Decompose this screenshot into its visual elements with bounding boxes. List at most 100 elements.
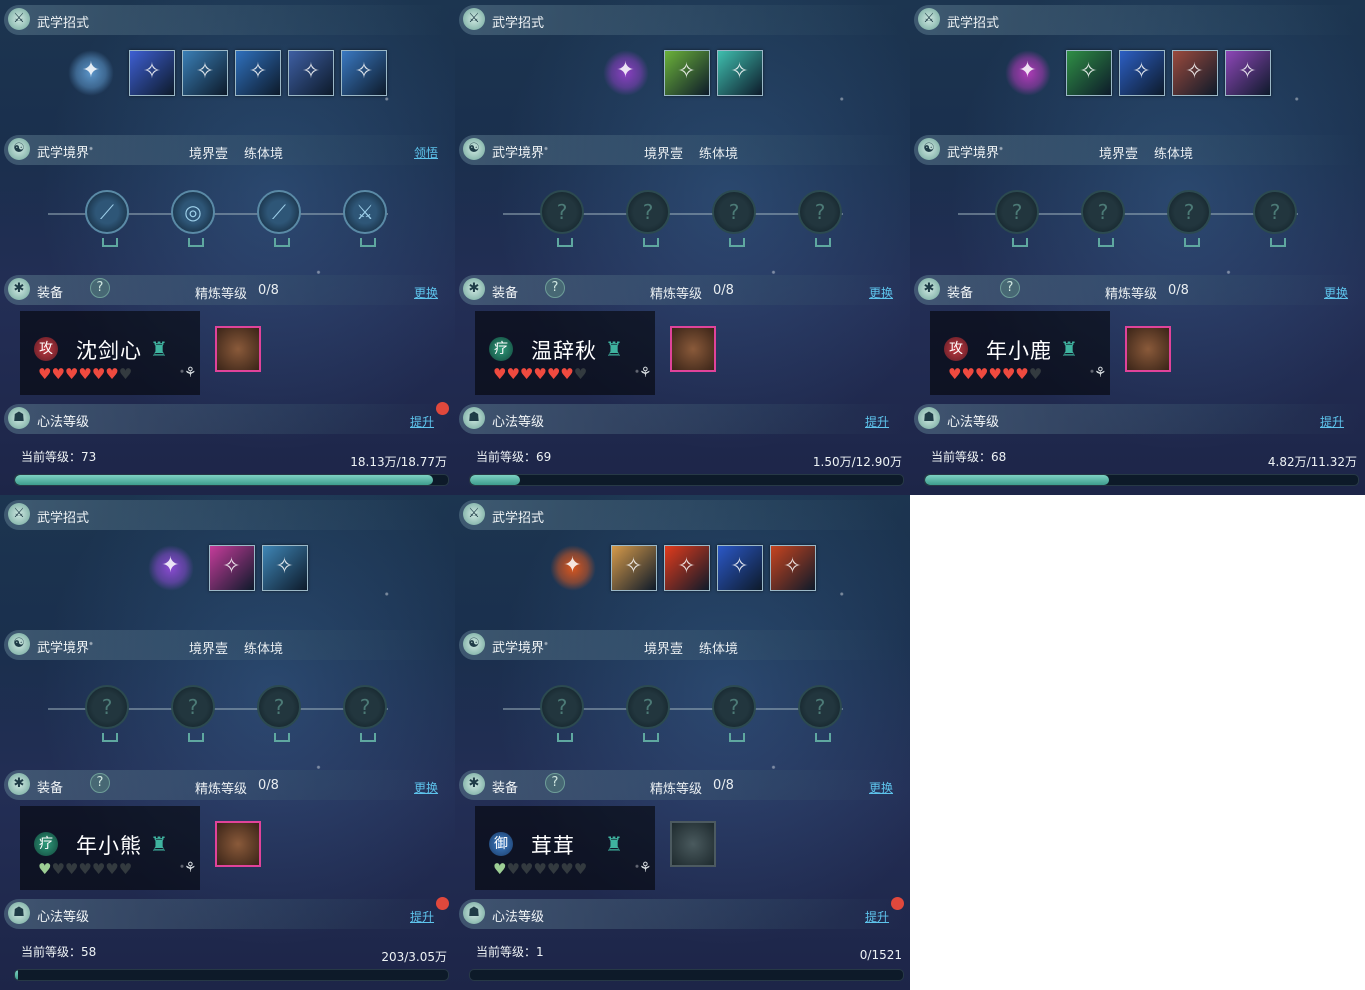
realm-node[interactable]: ?	[257, 685, 301, 742]
flame-icon[interactable]: ✦	[549, 545, 596, 591]
character-panel: ⚔ 武学招式 ✦ ✧ ✧ ✧ ✧ ☯ 武学境界 境界壹 练体境 ???? ✱ 装备 ? …	[910, 0, 1365, 495]
realm-node[interactable]: ⚔	[343, 190, 387, 247]
current-level-value: 68	[991, 450, 1007, 464]
helmet-icon[interactable]	[670, 326, 716, 372]
realm-node[interactable]: ⟋	[85, 190, 129, 247]
spirit-icon[interactable]: ✦	[602, 50, 649, 96]
rock-icon[interactable]: ✧	[1171, 50, 1218, 96]
strike-icon[interactable]: ✧	[235, 50, 281, 96]
xinfa-title: 心法等级	[947, 415, 1000, 430]
hands-icon[interactable]: ✧	[663, 50, 710, 96]
character-card[interactable]: 攻 年小鹿 ♜ ♥♥♥♥♥♥♥ ⚘	[930, 311, 1110, 395]
current-level: 当前等级：58	[21, 943, 96, 960]
realm-node[interactable]: ?	[712, 685, 756, 742]
change-link[interactable]: 更换	[414, 284, 438, 301]
realm-node[interactable]: ?	[1167, 190, 1211, 247]
skills-title: 武学招式	[37, 16, 90, 31]
character-panel: ⚔ 武学招式 ✦ ✧ ✧ ☯ 武学境界 境界壹 练体境 ???? ✱ 装备 ? 更换…	[455, 0, 910, 495]
help-icon[interactable]: ?	[1000, 278, 1020, 298]
change-link[interactable]: 更换	[869, 779, 893, 796]
realm-node[interactable]: ◎	[171, 190, 215, 247]
realm-node[interactable]: ?	[626, 190, 670, 247]
realm-node[interactable]: ?	[85, 685, 129, 742]
realm-node[interactable]: ?	[798, 190, 842, 247]
heart-icon: ♥	[51, 365, 65, 383]
help-icon[interactable]: ?	[545, 773, 565, 793]
rune-icon[interactable]: ✦	[1004, 50, 1051, 96]
help-icon[interactable]: ?	[90, 278, 110, 298]
vortex-icon[interactable]: ✧	[182, 50, 228, 96]
role-badge: 御	[489, 832, 513, 856]
character-card[interactable]: 御 茸茸 ♜ ♥♥♥♥♥♥♥ ⚘	[475, 806, 655, 890]
hearts: ♥♥♥♥♥♥♥	[493, 860, 587, 878]
skill-list: ✦ ✧ ✧ ✧ ✧	[910, 50, 1365, 100]
realm-node[interactable]: ⟋	[257, 190, 301, 247]
character-card[interactable]: 攻 沈剑心 ♜ ♥♥♥♥♥♥♥ ⚘	[20, 311, 200, 395]
armor-icon[interactable]	[215, 326, 261, 372]
heart-icon: ♥	[519, 860, 534, 878]
realm-level: 境界壹	[1099, 147, 1139, 162]
character-panel: ⚔ 武学招式 ✦ ✧ ✧ ☯ 武学境界 境界壹 练体境 ???? ✱ 装备 ? 更换…	[0, 495, 455, 990]
realm-node[interactable]: ?	[712, 190, 756, 247]
character-card[interactable]: 疗 温辞秋 ♜ ♥♥♥♥♥♥♥ ⚘	[475, 311, 655, 395]
refine-value: 0/8	[1168, 283, 1189, 298]
swirl-icon[interactable]: ✧	[769, 545, 816, 591]
sword-icon: ⚔	[918, 8, 940, 30]
help-icon[interactable]: ?	[545, 278, 565, 298]
realm-node[interactable]: ?	[798, 685, 842, 742]
current-level-label: 当前等级：	[931, 450, 992, 464]
petal-icon[interactable]: ✧	[208, 545, 255, 591]
heart-icon: ♥	[519, 365, 534, 383]
character-panel: ⚔ 武学招式 ✦ ✧ ✧ ✧ ✧ ✧ ☯ 武学境界 领悟 境界壹 练体境 ⟋ ◎ ⟋ ⚔ ✱ 装…	[0, 0, 455, 495]
exp-value: 4.82万/11.32万	[1267, 455, 1357, 469]
empty-armor-icon[interactable]	[670, 821, 716, 867]
crescent-icon[interactable]: ✧	[716, 545, 763, 591]
help-icon[interactable]: ?	[90, 773, 110, 793]
realm-node[interactable]: ?	[171, 685, 215, 742]
realm-node[interactable]: ?	[1081, 190, 1125, 247]
dash-icon[interactable]: ✧	[129, 50, 175, 96]
change-link[interactable]: 更换	[1324, 284, 1348, 301]
locked-question-icon: ?	[1269, 200, 1281, 224]
robe-icon[interactable]	[215, 821, 261, 867]
meditation-icon: ☗	[463, 902, 485, 924]
serpent-icon[interactable]: ✧	[1118, 50, 1165, 96]
equip-icon: ✱	[463, 773, 485, 795]
realm-node[interactable]: ?	[1253, 190, 1297, 247]
realm-icon: ☯	[8, 633, 30, 655]
realm-node[interactable]: ?	[540, 190, 584, 247]
radiance-icon[interactable]: ✧	[716, 50, 763, 96]
realm-node[interactable]: ?	[343, 685, 387, 742]
claw-icon[interactable]: ✧	[1065, 50, 1112, 96]
realm-stage: 练体境	[699, 642, 739, 657]
crystal-icon[interactable]: ✦	[147, 545, 194, 591]
upgrade-link[interactable]: 提升	[410, 908, 434, 925]
comprehend-link[interactable]: 领悟	[414, 144, 438, 161]
realm-node[interactable]: ?	[540, 685, 584, 742]
role-badge: 攻	[944, 337, 968, 361]
realm-node[interactable]: ?	[626, 685, 670, 742]
upgrade-link[interactable]: 提升	[865, 413, 889, 430]
mist-icon[interactable]: ✧	[1224, 50, 1271, 96]
realm-node[interactable]: ?	[995, 190, 1039, 247]
character-card[interactable]: 疗 年小熊 ♜ ♥♥♥♥♥♥♥ ⚘	[20, 806, 200, 890]
spin-icon[interactable]: ✧	[341, 50, 387, 96]
meditation-icon: ☗	[8, 407, 30, 429]
wind-orb-icon[interactable]: ✦	[68, 50, 114, 96]
refine-label: 精炼等级	[195, 287, 248, 302]
upgrade-link[interactable]: 提升	[865, 908, 889, 925]
realm-stage: 练体境	[699, 147, 739, 162]
blade-icon[interactable]: ✧	[288, 50, 334, 96]
upgrade-link[interactable]: 提升	[1320, 413, 1344, 430]
face-icon[interactable]: ✧	[610, 545, 657, 591]
character-name: 年小鹿	[986, 339, 1052, 363]
change-link[interactable]: 更换	[869, 284, 893, 301]
change-link[interactable]: 更换	[414, 779, 438, 796]
realm-skill-icon: ⟋	[272, 200, 286, 224]
upgrade-link[interactable]: 提升	[410, 413, 434, 430]
burst-icon[interactable]: ✧	[663, 545, 710, 591]
helmet-icon[interactable]	[1125, 326, 1171, 372]
current-level-label: 当前等级：	[476, 450, 537, 464]
fan-icon[interactable]: ✧	[261, 545, 308, 591]
realm-icon: ☯	[463, 633, 485, 655]
